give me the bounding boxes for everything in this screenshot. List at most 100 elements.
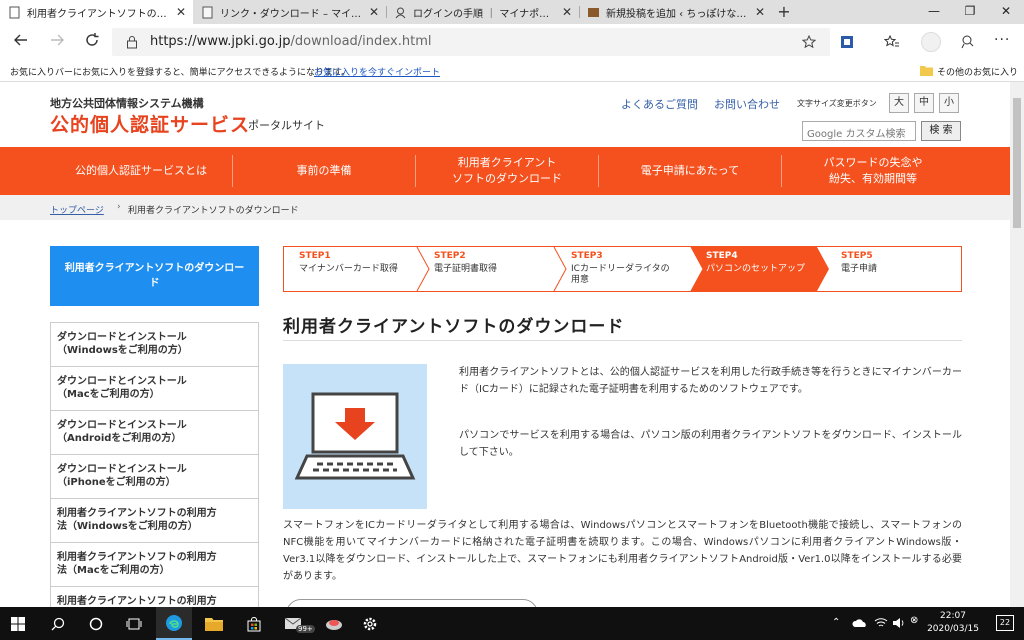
mail-badge: 99+ (296, 625, 315, 633)
tab-title: 新規投稿を追加 ‹ ちっぽけな機械好 (606, 8, 752, 20)
site-logo-title[interactable]: 公的個人認証サービス (50, 110, 250, 137)
contact-link[interactable]: お問い合わせ (714, 96, 780, 112)
nav-download[interactable]: 利用者クライアント ソフトのダウンロード (416, 147, 598, 195)
file-explorer-taskbar-app[interactable] (196, 607, 232, 640)
mail-taskbar-app[interactable]: 99+ (276, 607, 315, 640)
tab-title: リンク・ダウンロード – マイナンバーカー| (220, 8, 366, 20)
close-tab-icon[interactable]: ✕ (173, 5, 189, 19)
sidebar-heading[interactable]: 利用者クライアントソフトのダウンロード (50, 246, 259, 306)
store-taskbar-app[interactable] (236, 607, 272, 640)
sidebar-item-android-install[interactable]: ダウンロードとインストール （Androidをご利用の方） (51, 411, 258, 455)
profile-avatar[interactable] (921, 32, 941, 52)
org-name: 地方公共団体情報システム機構 (50, 97, 204, 110)
tab-title: 利用者クライアントソフトのダウンロー| (27, 8, 173, 20)
sidebar-item-sublabel: （Macをご利用の方） (57, 389, 160, 400)
url-text: https://www.jpki.go.jp/download/index.ht… (150, 34, 431, 49)
close-tab-icon[interactable]: ✕ (366, 5, 382, 19)
tab-mynumber-link[interactable]: リンク・ダウンロード – マイナンバーカー| ✕ (193, 0, 386, 24)
start-button[interactable] (0, 607, 36, 640)
clock-date: 2020/03/15 (927, 624, 979, 634)
main-navigation: 公的個人認証サービスとは 事前の準備 利用者クライアント ソフトのダウンロード … (0, 147, 1010, 195)
sidebar-item-sublabel: （Androidをご利用の方） (57, 433, 182, 444)
other-favorites[interactable]: その他のお気に入り (937, 65, 1018, 78)
close-window-button[interactable]: ✕ (988, 0, 1024, 24)
sidebar-item-mac-usage[interactable]: 利用者クライアントソフトの利用方 法（Macをご利用の方） (51, 543, 258, 587)
blog-icon (588, 7, 599, 17)
page-scrollbar[interactable] (1010, 82, 1024, 607)
mynaportal-icon (395, 7, 406, 18)
folder-icon (205, 617, 223, 631)
settings-taskbar-app[interactable] (352, 607, 388, 640)
new-tab-button[interactable]: + (774, 2, 794, 22)
task-view-button[interactable] (116, 607, 152, 640)
edge-browser-icon (166, 614, 182, 631)
sidebar-item-windows-usage[interactable]: 利用者クライアントソフトの利用方 法（Windowsをご利用の方） (51, 499, 258, 543)
sidebar-item-usage-more[interactable]: 利用者クライアントソフトの利用方 (51, 587, 258, 607)
breadcrumb-home-link[interactable]: トップページ (50, 203, 104, 216)
cortana-button[interactable] (78, 607, 114, 640)
font-size-large-button[interactable]: 大 (889, 93, 909, 113)
sidebar-item-mac-install[interactable]: ダウンロードとインストール （Macをご利用の方） (51, 367, 258, 411)
restore-button[interactable]: ❐ (952, 0, 988, 24)
show-hidden-icons-chevron-icon[interactable]: ⌃ (832, 617, 840, 628)
web-page: 地方公共団体情報システム機構 公的個人認証サービス ポータルサイト よくあるご質… (0, 82, 1010, 607)
sidebar-menu: ダウンロードとインストール （Windowsをご利用の方） ダウンロードとインスト… (50, 322, 259, 607)
cortana-circle-icon (89, 617, 103, 630)
page-icon (9, 6, 20, 18)
wifi-icon[interactable] (874, 617, 888, 629)
sidebar-item-sublabel: （Windowsをご利用の方） (57, 345, 188, 356)
search-icon (51, 617, 65, 630)
tab-wordpress-new-post[interactable]: 新規投稿を追加 ‹ ちっぽけな機械好 ✕ (579, 0, 772, 24)
taskbar-clock[interactable]: 22:07 2020/03/15 (922, 610, 984, 636)
star-icon[interactable] (802, 35, 816, 49)
app-taskbar-item[interactable] (316, 607, 352, 640)
nav-password-lost[interactable]: パスワードの失念や 紛失、有効期間等 (782, 147, 964, 195)
close-tab-icon[interactable]: ✕ (752, 5, 768, 19)
gear-icon (363, 617, 377, 630)
favorites-bar: お気に入りバーにお気に入りを登録すると、簡単にアクセスできるようになります。 お… (0, 60, 1024, 82)
scrollbar-thumb[interactable] (1013, 98, 1021, 228)
minimize-button[interactable]: — (916, 0, 952, 24)
refresh-button[interactable] (82, 32, 102, 52)
nav-e-application[interactable]: 電子申請にあたって (599, 147, 781, 195)
back-arrow-icon (14, 34, 27, 46)
step-number: STEP4 (706, 251, 738, 261)
font-size-small-button[interactable]: 小 (939, 93, 959, 113)
sidebar-item-label: 利用者クライアントソフトの利用方 (57, 596, 217, 607)
font-size-medium-button[interactable]: 中 (914, 93, 934, 113)
feedback-icon[interactable] (960, 34, 976, 50)
sidebar-item-label: ダウンロードとインストール (57, 332, 187, 343)
favorites-icon[interactable] (884, 35, 900, 49)
search-taskbar-button[interactable] (40, 607, 76, 640)
tab-jpki-download[interactable]: 利用者クライアントソフトのダウンロー| ✕ (0, 0, 193, 24)
sidebar-item-sublabel: （iPhoneをご利用の方） (57, 477, 176, 488)
close-tab-icon[interactable]: ✕ (559, 5, 575, 19)
nav-about[interactable]: 公的個人認証サービスとは (50, 147, 232, 195)
faq-link[interactable]: よくあるご質問 (621, 96, 698, 112)
nav-preparation[interactable]: 事前の準備 (233, 147, 415, 195)
url-field[interactable]: https://www.jpki.go.jp/download/index.ht… (112, 28, 830, 56)
forward-button[interactable] (47, 32, 67, 52)
back-button[interactable] (11, 32, 31, 52)
settings-more-icon[interactable]: ··· (994, 32, 1010, 48)
volume-icon[interactable] (892, 617, 906, 629)
notification-center-icon[interactable]: 22 (996, 615, 1014, 631)
google-search-input[interactable]: Google カスタム検索 (802, 121, 916, 141)
download-button[interactable] (286, 599, 538, 607)
page-icon (202, 6, 213, 18)
lock-icon (127, 36, 137, 49)
sidebar-item-sublabel: 法（Macをご利用の方） (57, 565, 170, 576)
edge-taskbar-app[interactable] (156, 607, 192, 640)
onedrive-icon[interactable] (852, 618, 868, 628)
portal-label: ポータルサイト (248, 119, 325, 132)
step-5: STEP5 電子申請 (826, 247, 961, 291)
favbar-message: お気に入りバーにお気に入りを登録すると、簡単にアクセスできるようになります。 (10, 68, 351, 78)
sidebar-item-iphone-install[interactable]: ダウンロードとインストール （iPhoneをご利用の方） (51, 455, 258, 499)
search-button[interactable]: 検 索 (921, 121, 961, 141)
tab-myna-portal[interactable]: ログインの手順 ｜ マイナポータル ✕ (386, 0, 579, 24)
clock-time: 22:07 (940, 611, 966, 621)
extension-icon[interactable] (840, 35, 854, 49)
sidebar-item-windows-install[interactable]: ダウンロードとインストール （Windowsをご利用の方） (51, 323, 258, 367)
breadcrumb-separator: › (117, 202, 121, 212)
import-favorites-link[interactable]: お気に入りを今すぐインポート (314, 65, 440, 78)
